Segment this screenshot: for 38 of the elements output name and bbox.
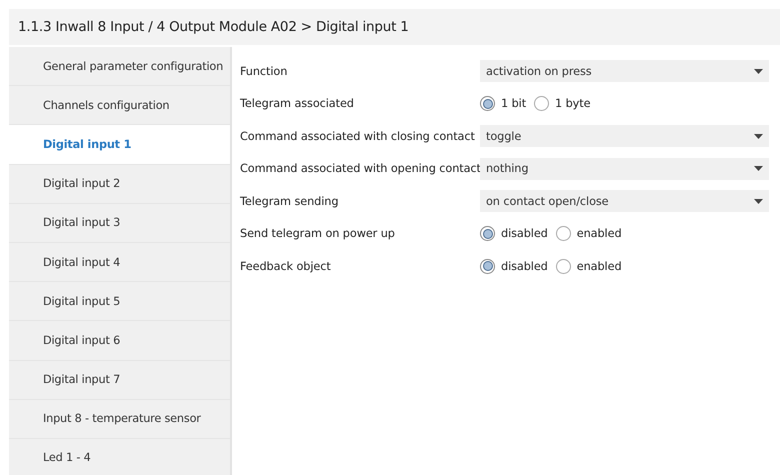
sidebar-item[interactable]: Digital input 7 [9, 360, 230, 400]
sidebar-item[interactable]: Channels configuration [9, 86, 230, 126]
sidebar-item[interactable]: Digital input 3 [9, 204, 230, 243]
sidebar-item[interactable]: Led 1 - 4 [9, 438, 230, 475]
radio-button[interactable] [480, 258, 495, 274]
dropdown[interactable]: on contact open/close [480, 190, 769, 212]
radio-label: enabled [576, 260, 622, 273]
dropdown[interactable]: activation on press [480, 60, 769, 82]
sidebar-item[interactable]: General parameter configuration [9, 47, 230, 86]
dropdown[interactable]: toggle [480, 125, 769, 148]
radio-button[interactable] [556, 258, 571, 274]
parameter-label: Command associated with closing contact [240, 130, 476, 143]
radio-button[interactable] [480, 226, 495, 242]
sidebar-item[interactable]: Digital input 2 [9, 164, 230, 204]
radio-label: 1 bit [501, 97, 526, 110]
caret-icon [754, 166, 763, 172]
radio-label: enabled [576, 227, 622, 240]
sidebar-item[interactable]: Digital input 4 [9, 242, 230, 282]
parameter-label: Send telegram on power up [240, 227, 396, 240]
caret-icon [754, 68, 763, 74]
sidebar-item[interactable]: Digital input 6 [9, 321, 230, 360]
radio-button[interactable] [556, 226, 571, 242]
parameter-label: Function [240, 64, 288, 78]
radio-label: disabled [501, 227, 548, 240]
parameter-label: Feedback object [240, 260, 332, 273]
page-title: 1.1.3 Inwall 8 Input / 4 Output Module A02 > Digital input 1 [9, 9, 780, 45]
caret-icon [754, 134, 763, 139]
sidebar-item[interactable]: Digital input 5 [9, 282, 230, 322]
parameter-label: Telegram associated [240, 97, 355, 110]
radio-button[interactable] [534, 96, 550, 112]
radio-label: 1 byte [555, 97, 590, 110]
parameter-label: Telegram sending [240, 194, 340, 208]
radio-button[interactable] [480, 96, 495, 112]
radio-label: disabled [501, 260, 548, 273]
caret-icon [754, 198, 763, 204]
dropdown[interactable]: nothing [480, 158, 769, 180]
parameter-label: Command associated with opening contact [240, 162, 480, 176]
sidebar-item[interactable]: Input 8 - temperature sensor [9, 400, 230, 439]
